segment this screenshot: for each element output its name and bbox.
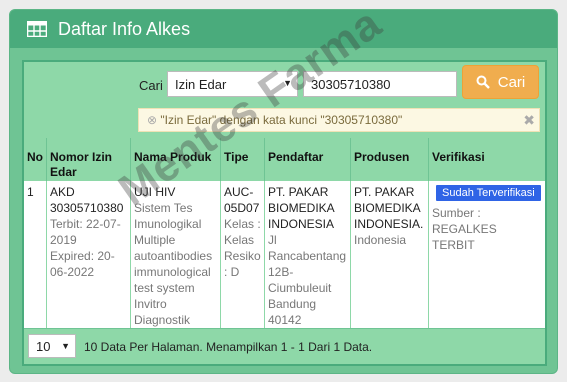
caret-down-icon: ▼ (61, 341, 70, 351)
verified-badge: Sudah Terverifikasi (436, 185, 541, 201)
pagination-info: 10 Data Per Halaman. Menampilkan 1 - 1 D… (84, 340, 373, 354)
pagination-bar: 10 ▼ 10 Data Per Halaman. Menampilkan 1 … (24, 328, 545, 364)
col-header-no: No (24, 138, 47, 181)
tipe-code: AUC-05D07 (224, 185, 260, 215)
terbit-date: Terbit: 22-07-2019 (50, 217, 121, 247)
table-row: 1 AKD 30305710380 Terbit: 22-07-2019 Exp… (24, 180, 545, 329)
col-header-tipe: Tipe (220, 138, 265, 181)
produsen-name: PT. PAKAR BIOMEDIKA INDONESIA. (354, 185, 424, 231)
cell-pendaftar: PT. PAKAR BIOMEDIKA INDONESIA Jl Rancabe… (264, 180, 351, 329)
expired-date: Expired: 20-06-2022 (50, 249, 115, 279)
search-field-select[interactable]: Izin Edar ▼ (167, 71, 298, 97)
close-icon[interactable]: ✖ (523, 112, 535, 129)
produk-desc: Sistem Tes Imunologikal Multiple autoant… (134, 201, 213, 327)
search-bar: Cari Izin Edar ▼ 30305710380 Cari ⊗ "Izi… (24, 62, 545, 138)
search-filter-alert: ⊗ "Izin Edar" dengan kata kunci "3030571… (138, 108, 540, 132)
col-header-nomor: Nomor Izin Edar (46, 138, 131, 181)
alkes-table: No Nomor Izin Edar Nama Produk Tipe Pend… (24, 138, 545, 329)
search-field-value: Izin Edar (175, 77, 227, 92)
pendaftar-name: PT. PAKAR BIOMEDIKA INDONESIA (268, 185, 335, 231)
table-header-row: No Nomor Izin Edar Nama Produk Tipe Pend… (24, 138, 545, 181)
panel: Daftar Info Alkes Cari Izin Edar ▼ 30305… (9, 9, 558, 374)
cell-produsen: PT. PAKAR BIOMEDIKA INDONESIA. Indonesia (350, 180, 429, 329)
search-label: Cari (139, 78, 163, 93)
cell-no: 1 (24, 180, 47, 329)
search-button[interactable]: Cari (462, 65, 539, 99)
caret-down-icon: ▼ (283, 78, 292, 88)
pendaftar-alamat: Jl Rancabentang 12B-Ciumbuleuit Bandung … (268, 233, 347, 327)
col-header-pendaftar: Pendaftar (264, 138, 351, 181)
search-icon (476, 75, 490, 89)
alert-text: "Izin Edar" dengan kata kunci "303057103… (160, 113, 403, 127)
produsen-negara: Indonesia (354, 233, 407, 247)
search-input[interactable]: 30305710380 (303, 71, 457, 97)
col-header-produk: Nama Produk (130, 138, 221, 181)
per-page-select[interactable]: 10 ▼ (28, 334, 76, 358)
cell-tipe: AUC-05D07 Kelas : Kelas Resiko : D (220, 180, 265, 329)
close-circle-icon[interactable]: ⊗ (147, 113, 157, 127)
panel-title: Daftar Info Alkes (58, 18, 191, 39)
search-input-value: 30305710380 (311, 77, 391, 92)
content-box: Cari Izin Edar ▼ 30305710380 Cari ⊗ "Izi… (22, 60, 547, 366)
cell-produk: UJI HIV Sistem Tes Imunologikal Multiple… (130, 180, 221, 329)
panel-header: Daftar Info Alkes (10, 10, 557, 48)
produk-name: UJI HIV (134, 185, 176, 199)
col-header-produsen: Produsen (350, 138, 429, 181)
cell-verifikasi: Sudah Terverifikasi Sumber : REGALKES TE… (428, 180, 545, 329)
cell-nomor: AKD 30305710380 Terbit: 22-07-2019 Expir… (46, 180, 131, 329)
table-icon (27, 21, 47, 37)
nomor-izin: AKD 30305710380 (50, 185, 124, 215)
kelas-text: Kelas : Kelas Resiko : D (224, 217, 261, 279)
per-page-value: 10 (36, 339, 51, 354)
search-button-label: Cari (497, 73, 526, 91)
col-header-verifikasi: Verifikasi (428, 138, 545, 181)
sumber-text: Sumber : REGALKES TERBIT (432, 206, 497, 252)
